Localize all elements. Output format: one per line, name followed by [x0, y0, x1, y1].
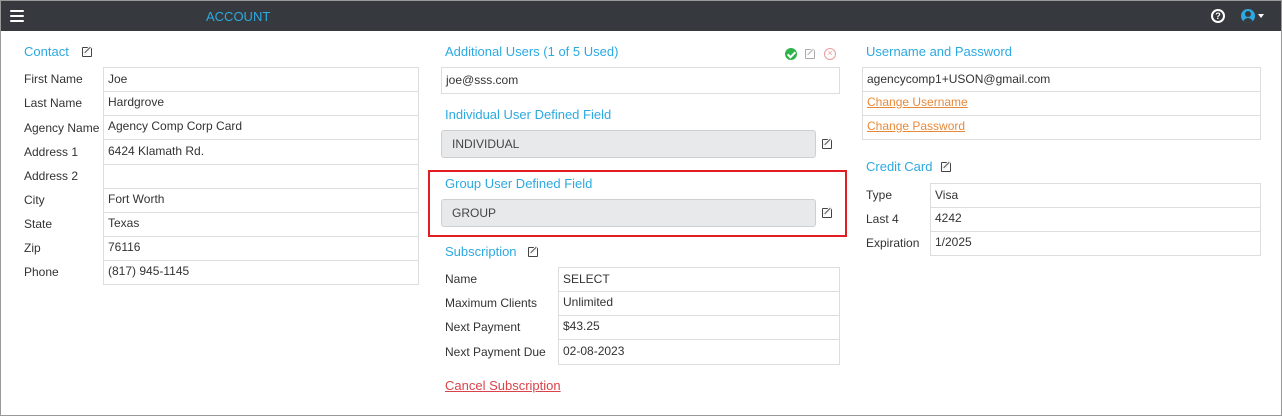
change-password-row: Change Password	[862, 115, 1261, 140]
last-name-label: Last Name	[24, 96, 83, 110]
sub-name-value: SELECT	[558, 267, 840, 292]
card-expiration-value: 1/2025	[930, 231, 1261, 256]
city-label: City	[24, 193, 45, 207]
group-udf-title: Group User Defined Field	[445, 176, 593, 191]
change-password-link[interactable]: Change Password	[867, 119, 965, 133]
additional-user-email: joe@sss.com	[441, 67, 840, 94]
zip-label: Zip	[24, 241, 41, 255]
edit-contact-icon[interactable]	[82, 45, 94, 57]
subscription-title: Subscription	[445, 244, 517, 259]
change-username-link[interactable]: Change Username	[867, 95, 968, 109]
city-value: Fort Worth	[103, 188, 419, 213]
next-payment-label: Next Payment	[445, 320, 521, 334]
first-name-label: First Name	[24, 72, 83, 86]
page-title: ACCOUNT	[206, 9, 271, 24]
zip-value: 76116	[103, 236, 419, 261]
edit-subscription-icon[interactable]	[528, 245, 540, 257]
card-type-label: Type	[866, 188, 893, 202]
card-last4-label: Last 4	[866, 212, 899, 226]
close-icon[interactable]: ×	[824, 48, 836, 60]
agency-name-value: Agency Comp Corp Card	[103, 115, 419, 140]
confirm-icon[interactable]	[785, 48, 797, 60]
state-label: State	[24, 217, 53, 231]
sub-name-label: Name	[445, 272, 478, 286]
next-payment-due-label: Next Payment Due	[445, 345, 546, 359]
edit-group-udf-icon[interactable]	[822, 206, 834, 218]
card-type-value: Visa	[930, 183, 1261, 208]
menu-icon[interactable]	[10, 10, 24, 22]
agency-name-label: Agency Name	[24, 121, 100, 135]
individual-udf-field[interactable]: INDIVIDUAL	[441, 130, 816, 158]
help-icon[interactable]: ?	[1211, 9, 1225, 23]
credentials-title: Username and Password	[866, 44, 1012, 59]
max-clients-value: Unlimited	[558, 291, 840, 316]
group-udf-field[interactable]: GROUP	[441, 199, 816, 227]
address2-value	[103, 164, 419, 189]
edit-credit-card-icon[interactable]	[941, 160, 953, 172]
edit-users-icon[interactable]	[805, 47, 817, 59]
credit-card-title: Credit Card	[866, 159, 933, 174]
address1-label: Address 1	[24, 145, 79, 159]
user-account-icon[interactable]	[1241, 9, 1255, 23]
individual-udf-title: Individual User Defined Field	[445, 107, 612, 122]
chevron-down-icon[interactable]	[1258, 14, 1264, 18]
next-payment-due-value: 02-08-2023	[558, 340, 840, 365]
last-name-value: Hardgrove	[103, 91, 419, 116]
max-clients-label: Maximum Clients	[445, 296, 538, 310]
top-bar: ACCOUNT ?	[1, 1, 1281, 31]
additional-users-title: Additional Users (1 of 5 Used)	[445, 44, 619, 59]
edit-individual-udf-icon[interactable]	[822, 137, 834, 149]
contact-title: Contact	[24, 44, 69, 59]
next-payment-value: $43.25	[558, 315, 840, 340]
phone-label: Phone	[24, 265, 59, 279]
cancel-subscription-link[interactable]: Cancel Subscription	[445, 378, 561, 393]
card-last4-value: 4242	[930, 207, 1261, 232]
card-expiration-label: Expiration	[866, 236, 920, 250]
address1-value: 6424 Klamath Rd.	[103, 140, 419, 165]
change-username-row: Change Username	[862, 91, 1261, 116]
phone-value: (817) 945-1145	[103, 260, 419, 285]
username-value: agencycomp1+USON@gmail.com	[862, 67, 1261, 92]
address2-label: Address 2	[24, 169, 79, 183]
first-name-value: Joe	[103, 67, 419, 92]
state-value: Texas	[103, 212, 419, 237]
